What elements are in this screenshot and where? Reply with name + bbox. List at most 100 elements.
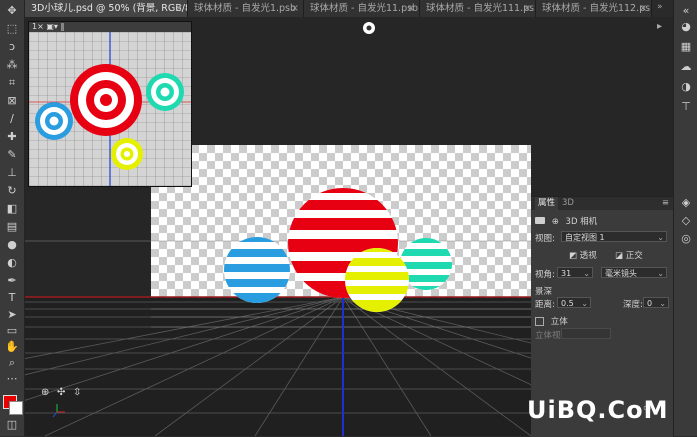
- dolly-icon[interactable]: ⇳: [73, 387, 81, 398]
- distance-input[interactable]: 0.5 ⌄: [557, 297, 591, 308]
- magic-wand-tool-icon[interactable]: ⁂: [4, 58, 20, 72]
- swatches-panel-icon[interactable]: ▦: [679, 40, 693, 54]
- stereo-checkbox[interactable]: [535, 317, 544, 326]
- camera-title: 3D 相机: [565, 217, 598, 227]
- mini-teal-ball: [146, 73, 184, 111]
- tab-material-11[interactable]: 球体材质 - 自发光11.psb ×: [304, 0, 420, 17]
- tab-label: 球体材质 - 自发光112.psb: [542, 3, 652, 14]
- distance-value: 0.5: [561, 299, 574, 308]
- secondary-view-header[interactable]: 1× ▣▾ ‖: [29, 22, 191, 32]
- chevron-down-icon: ⌄: [657, 233, 664, 242]
- lasso-tool-icon[interactable]: ↄ: [4, 40, 20, 54]
- layers-panel-icon[interactable]: ◇: [679, 214, 693, 228]
- blue-striped-ball[interactable]: [220, 235, 295, 305]
- view-icon: ⊕: [551, 217, 559, 227]
- pan-icon[interactable]: ✣: [57, 387, 65, 398]
- perspective-icon: ◩: [569, 251, 578, 261]
- pen-tool-icon[interactable]: ✒: [4, 274, 20, 288]
- camera-title-row: ⊕ 3D 相机: [535, 215, 597, 227]
- more-tools-icon[interactable]: ⋯: [4, 372, 20, 386]
- perspective-label: 透视: [579, 251, 597, 261]
- properties-panel-header: 属性 3D ≡: [531, 197, 673, 210]
- view-select-value: 自定视图 1: [565, 233, 605, 242]
- camera-icon: [535, 217, 545, 224]
- tab-3d[interactable]: 3D: [562, 197, 574, 210]
- view-select[interactable]: 自定视图 1 ⌄: [561, 231, 667, 242]
- marquee-tool-icon[interactable]: ⬚: [4, 22, 20, 36]
- lens-select[interactable]: 毫米镜头 ⌄: [601, 267, 667, 278]
- type-tool-icon[interactable]: T: [4, 291, 20, 305]
- styles-panel-icon[interactable]: ⊤: [679, 100, 693, 114]
- history-brush-tool-icon[interactable]: ↻: [4, 184, 20, 198]
- tab-label: 3D小球儿.psd @ 50% (背景, RGB/8#) *: [31, 3, 187, 14]
- libraries-panel-icon[interactable]: ☁: [679, 60, 693, 74]
- close-icon[interactable]: ×: [407, 0, 415, 17]
- hand-tool-icon[interactable]: ✋: [4, 340, 20, 354]
- healing-brush-tool-icon[interactable]: ✚: [4, 130, 20, 144]
- eyedropper-tool-icon[interactable]: ∕: [4, 112, 20, 126]
- fov-label: 视角:: [535, 270, 555, 280]
- dof-label: 景深: [535, 287, 553, 297]
- tab-properties[interactable]: 属性: [535, 197, 559, 210]
- quick-mask-icon[interactable]: ◫: [4, 418, 20, 432]
- panel-menu-icon[interactable]: ≡: [662, 197, 669, 210]
- zoom-tool-icon[interactable]: ⌕: [4, 356, 20, 370]
- lens-value: 毫米镜头: [605, 269, 637, 278]
- view-label: 视图:: [535, 234, 555, 244]
- perspective-option[interactable]: ◩ 透视: [569, 249, 597, 261]
- brush-tool-icon[interactable]: ✎: [4, 148, 20, 162]
- blur-tool-icon[interactable]: ●: [4, 238, 20, 252]
- orbit-icon[interactable]: ⊕: [41, 387, 49, 398]
- close-icon[interactable]: ×: [523, 0, 531, 17]
- background-color-swatch[interactable]: [9, 401, 23, 415]
- crop-tool-icon[interactable]: ⌗: [4, 76, 20, 90]
- document-tab-bar: 3D小球儿.psd @ 50% (背景, RGB/8#) * × 球体材质 - …: [25, 0, 673, 17]
- path-selection-tool-icon[interactable]: ➤: [4, 308, 20, 322]
- secondary-view-window[interactable]: 1× ▣▾ ‖: [28, 21, 192, 187]
- mini-yellow-ball: [111, 138, 143, 170]
- fov-value: 31: [561, 269, 572, 278]
- tab-material-111[interactable]: 球体材质 - 自发光111.psb ×: [420, 0, 536, 17]
- watermark: UiBQ.CoM: [527, 396, 669, 424]
- chevron-down-icon: ⌄: [581, 299, 588, 308]
- light-source-icon[interactable]: [363, 22, 375, 34]
- close-icon[interactable]: ×: [639, 0, 647, 17]
- tab-material-112[interactable]: 球体材质 - 自发光112.psb ×: [536, 0, 652, 17]
- adjustments-panel-icon[interactable]: ◑: [679, 80, 693, 94]
- dodge-tool-icon[interactable]: ◐: [4, 256, 20, 270]
- frame-tool-icon[interactable]: ⊠: [4, 94, 20, 108]
- color-panel-icon[interactable]: ◕: [679, 20, 693, 34]
- tab-material-1[interactable]: 球体材质 - 自发光1.psb ×: [188, 0, 304, 17]
- mini-blue-ball: [35, 102, 73, 140]
- tools-panel: ✥ ⬚ ↄ ⁂ ⌗ ⊠ ∕ ✚ ✎ ⊥ ↻ ◧ ▤ ● ◐ ✒ T ➤ ▭ ✋ …: [0, 0, 25, 436]
- 3d-panel-icon[interactable]: ◈: [679, 196, 693, 210]
- clone-stamp-tool-icon[interactable]: ⊥: [4, 166, 20, 180]
- mini-red-ball: [70, 64, 142, 136]
- fov-input[interactable]: 31 ⌄: [557, 267, 593, 278]
- tab-3d-ball[interactable]: 3D小球儿.psd @ 50% (背景, RGB/8#) * ×: [25, 0, 188, 17]
- eraser-tool-icon[interactable]: ◧: [4, 202, 20, 216]
- rectangle-tool-icon[interactable]: ▭: [4, 324, 20, 338]
- panel-collapse-icon[interactable]: ▸: [657, 21, 662, 32]
- orthographic-icon: ◪: [615, 251, 624, 261]
- chevron-down-icon: ⌄: [583, 269, 590, 278]
- orthographic-label: 正交: [625, 251, 643, 261]
- depth-value: 0: [647, 299, 653, 308]
- gradient-tool-icon[interactable]: ▤: [4, 220, 20, 234]
- move-tool-icon[interactable]: ✥: [4, 4, 20, 18]
- close-icon[interactable]: ×: [175, 0, 183, 17]
- tab-label: 球体材质 - 自发光111.psb: [426, 3, 536, 14]
- chevron-down-icon: ⌄: [659, 299, 666, 308]
- stereo-label: 立体: [550, 317, 568, 327]
- collapse-arrows-icon[interactable]: «: [679, 4, 693, 18]
- depth-input[interactable]: 0 ⌄: [643, 297, 669, 308]
- collapsed-panels-strip: « ◕ ▦ ☁ ◑ ⊤ ◈ ◇ ◎: [673, 0, 697, 436]
- stereo-view-select[interactable]: [561, 328, 611, 339]
- orthographic-option[interactable]: ◪ 正交: [615, 249, 643, 261]
- more-tabs-icon[interactable]: »: [657, 2, 663, 12]
- channels-panel-icon[interactable]: ◎: [679, 232, 693, 246]
- secondary-view-scene[interactable]: [29, 32, 191, 186]
- stereo-row[interactable]: 立体: [535, 315, 568, 327]
- tab-label: 球体材质 - 自发光1.psb: [194, 3, 297, 14]
- close-icon[interactable]: ×: [291, 0, 299, 17]
